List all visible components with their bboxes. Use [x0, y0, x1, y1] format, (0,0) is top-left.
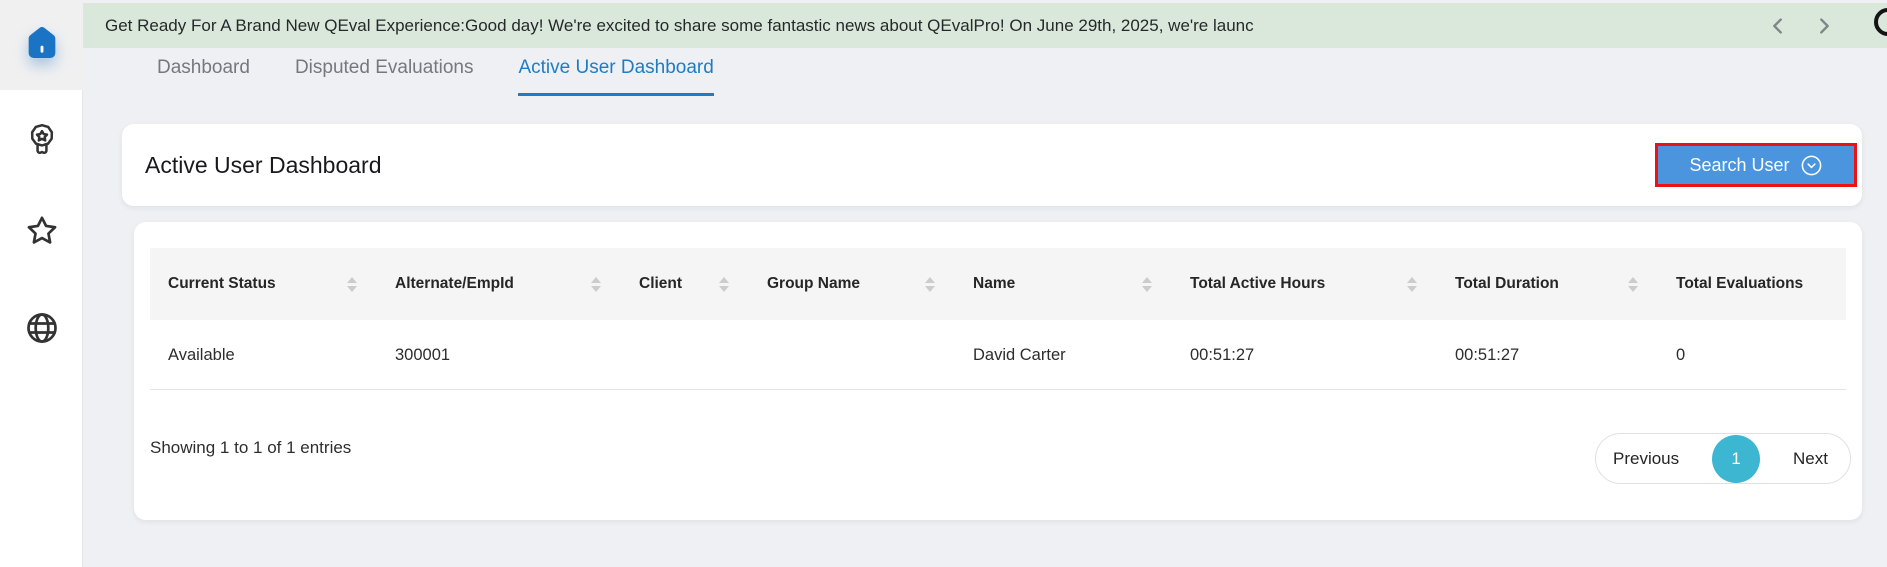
tab-active-user-dashboard[interactable]: Active User Dashboard	[518, 57, 713, 96]
badge-icon-glyph	[25, 122, 59, 158]
column-header-group-name[interactable]: Group Name	[749, 248, 955, 320]
column-header-name[interactable]: Name	[955, 248, 1172, 320]
column-header-client[interactable]: Client	[621, 248, 749, 320]
tab-dashboard[interactable]: Dashboard	[157, 57, 250, 96]
chevron-down-circle-icon	[1800, 154, 1823, 177]
star-icon[interactable]	[0, 213, 83, 249]
sort-icon	[347, 277, 357, 292]
banner-navigation	[1767, 3, 1835, 48]
globe-icon-glyph	[24, 310, 60, 346]
sort-icon	[1628, 277, 1638, 292]
search-user-button[interactable]: Search User	[1658, 146, 1854, 184]
home-icon[interactable]	[22, 23, 62, 68]
page-header-card: Active User Dashboard Search User	[122, 124, 1862, 206]
search-user-button-label: Search User	[1689, 155, 1789, 176]
banner-previous-button[interactable]	[1767, 15, 1789, 37]
sidebar-logo-area	[0, 0, 83, 90]
sort-icon	[1142, 277, 1152, 292]
cell-alternate-empid: 300001	[377, 346, 621, 365]
badge-icon[interactable]	[0, 122, 83, 158]
column-header-total-duration[interactable]: Total Duration	[1437, 248, 1658, 320]
globe-icon[interactable]	[0, 310, 83, 346]
page-title: Active User Dashboard	[145, 124, 382, 206]
cell-name: David Carter	[955, 346, 1172, 365]
announcement-text: Get Ready For A Brand New QEval Experien…	[83, 16, 1254, 36]
star-icon-glyph	[24, 213, 60, 249]
showing-entries-text: Showing 1 to 1 of 1 entries	[150, 435, 650, 461]
column-header-current-status[interactable]: Current Status	[150, 248, 377, 320]
previous-page-button[interactable]: Previous	[1613, 449, 1679, 469]
sort-icon	[719, 277, 729, 292]
sidebar	[0, 0, 83, 567]
chevron-left-icon	[1767, 15, 1789, 37]
column-header-total-evaluations[interactable]: Total Evaluations	[1658, 248, 1846, 320]
banner-next-button[interactable]	[1813, 15, 1835, 37]
column-header-alternate-empid[interactable]: Alternate/EmpId	[377, 248, 621, 320]
cell-total-evaluations: 0	[1658, 346, 1846, 365]
chevron-right-icon	[1813, 15, 1835, 37]
column-header-total-active-hours[interactable]: Total Active Hours	[1172, 248, 1437, 320]
tab-disputed-evaluations[interactable]: Disputed Evaluations	[295, 57, 474, 96]
app-window: Get Ready For A Brand New QEval Experien…	[0, 0, 1887, 567]
home-icon-glyph	[22, 23, 62, 63]
pagination: Previous 1 Next	[1595, 433, 1851, 484]
tab-bar: Dashboard Disputed Evaluations Active Us…	[157, 57, 714, 96]
active-users-table-card: Current Status Alternate/EmpId Client Gr…	[134, 222, 1862, 520]
page-number-button[interactable]: 1	[1712, 435, 1760, 483]
announcement-banner: Get Ready For A Brand New QEval Experien…	[83, 3, 1887, 48]
cell-current-status: Available	[150, 346, 377, 365]
table-header-row: Current Status Alternate/EmpId Client Gr…	[150, 248, 1846, 320]
sort-icon	[591, 277, 601, 292]
cell-total-active-hours: 00:51:27	[1172, 346, 1437, 365]
sort-icon	[1407, 277, 1417, 292]
next-page-button[interactable]: Next	[1793, 449, 1828, 469]
cell-total-duration: 00:51:27	[1437, 346, 1658, 365]
sort-icon	[925, 277, 935, 292]
highlight-box: Search User	[1655, 143, 1857, 187]
table-row: Available 300001 David Carter 00:51:27 0…	[150, 322, 1846, 390]
